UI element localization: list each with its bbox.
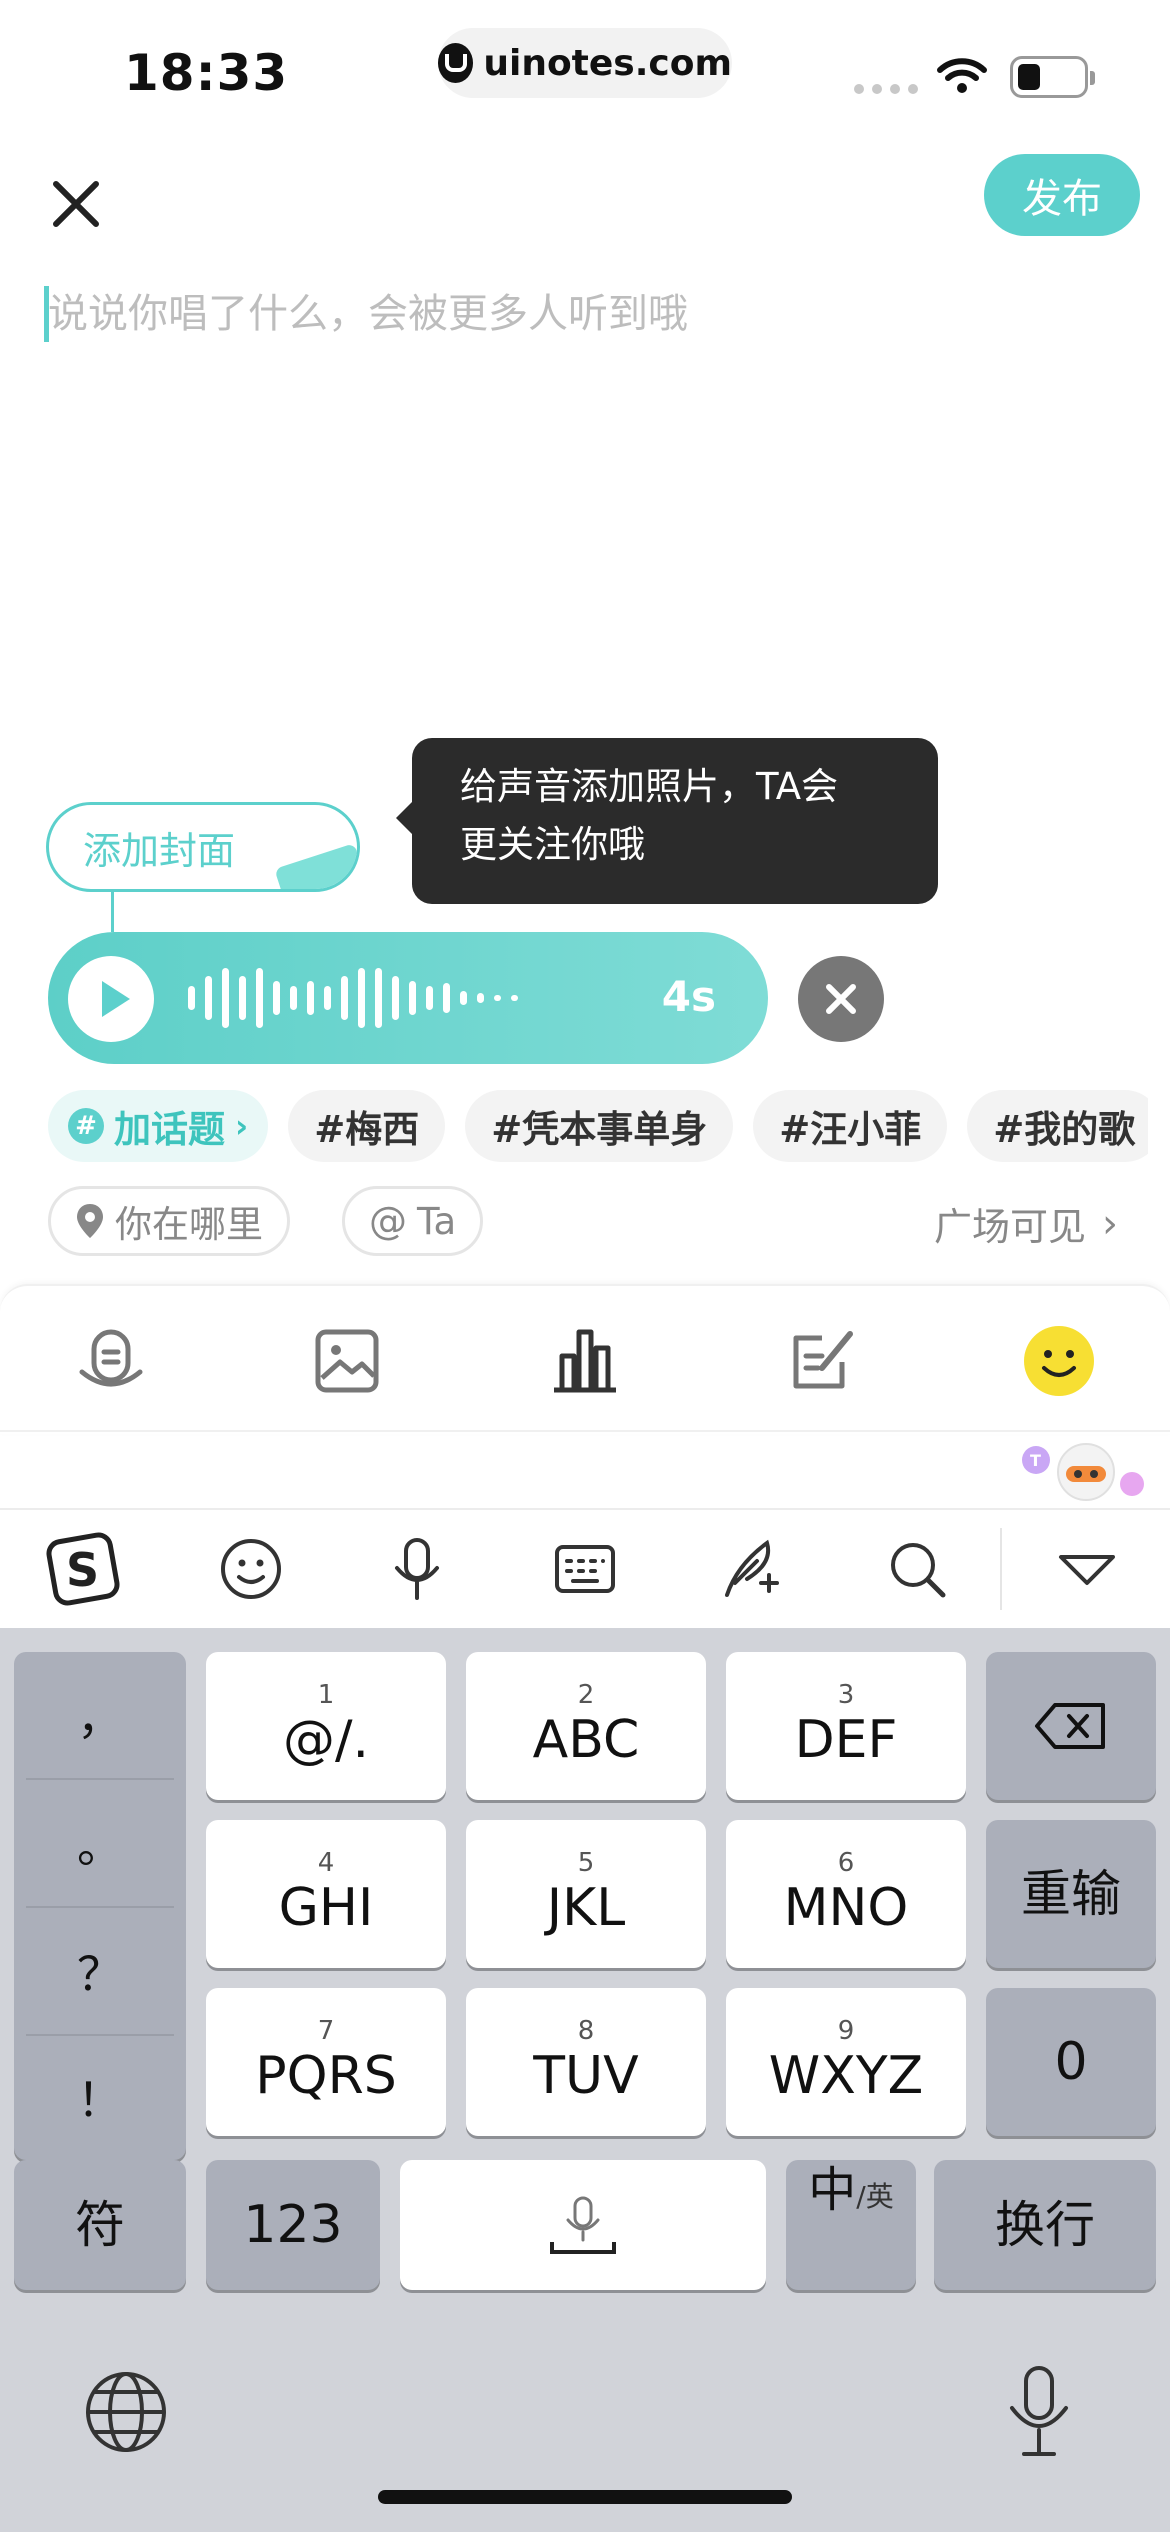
site-logo-icon bbox=[438, 43, 474, 83]
composer-toolbar bbox=[0, 1284, 1170, 1434]
newline-key[interactable]: 换行 bbox=[934, 2160, 1156, 2290]
search-icon[interactable] bbox=[880, 1532, 954, 1606]
edit-icon[interactable] bbox=[786, 1324, 860, 1398]
battery-icon bbox=[1010, 56, 1095, 98]
topic-chip[interactable]: #我的歌 bbox=[967, 1090, 1148, 1162]
language-switch-key[interactable]: 中 /英 bbox=[786, 2160, 916, 2290]
svg-text:S: S bbox=[66, 1543, 99, 1597]
sogou-logo-icon[interactable]: S bbox=[46, 1532, 120, 1606]
keyboard-icon[interactable] bbox=[548, 1532, 622, 1606]
play-icon[interactable] bbox=[68, 956, 154, 1042]
svg-text:T: T bbox=[1030, 1451, 1041, 1470]
waveform bbox=[188, 932, 518, 1064]
divider bbox=[0, 1430, 1170, 1432]
location-label: 你在哪里 bbox=[115, 1203, 263, 1246]
key-8[interactable]: 8 TUV bbox=[466, 1988, 706, 2136]
backspace-icon bbox=[1035, 1703, 1105, 1749]
topic-chip[interactable]: #梅西 bbox=[288, 1090, 446, 1162]
numbers-key[interactable]: 123 bbox=[206, 2160, 380, 2290]
voice-clip-player[interactable]: 4s bbox=[48, 932, 768, 1064]
key-1[interactable]: 1 @/. bbox=[206, 1652, 446, 1800]
at-icon: @ bbox=[369, 1199, 407, 1243]
voice-icon[interactable] bbox=[74, 1324, 148, 1398]
microphone-icon[interactable] bbox=[380, 1532, 454, 1606]
visibility-label: 广场可见 bbox=[933, 1205, 1086, 1249]
emoji-icon[interactable] bbox=[214, 1532, 288, 1606]
visibility-selector[interactable]: 广场可见 › bbox=[934, 1196, 1118, 1251]
topic-chip-strip: # 加话题 › #梅西 #凭本事单身 #汪小菲 #我的歌 bbox=[0, 1090, 1148, 1162]
mention-label: Ta bbox=[417, 1199, 457, 1243]
symbols-key[interactable]: 符 bbox=[14, 2160, 186, 2290]
key-2[interactable]: 2 ABC bbox=[466, 1652, 706, 1800]
cover-connector bbox=[111, 892, 114, 932]
ime-toolbar: S bbox=[0, 1510, 1170, 1628]
url-pill[interactable]: uinotes.com bbox=[438, 28, 732, 98]
tooltip-line-1: 给声音添加照片，TA会 bbox=[460, 765, 839, 808]
key-3[interactable]: 3 DEF bbox=[726, 1652, 966, 1800]
status-time: 18:33 bbox=[124, 44, 289, 102]
globe-icon[interactable] bbox=[84, 2370, 168, 2454]
mascot-icon[interactable]: T bbox=[1010, 1436, 1150, 1506]
cover-sticker-icon bbox=[274, 843, 357, 889]
mention-button[interactable]: @ Ta bbox=[342, 1186, 484, 1256]
chart-icon[interactable] bbox=[548, 1324, 622, 1398]
ime-keyboard: ， 。 ？ ！ 1 @/. 2 ABC 3 DEF 4 GHI 5 JKL 6 MNO 重输… bbox=[0, 1628, 1170, 2532]
voice-duration: 4s bbox=[661, 972, 716, 1021]
tooltip-line-2: 更关注你哦 bbox=[460, 823, 645, 866]
close-icon[interactable] bbox=[48, 176, 104, 232]
image-icon[interactable] bbox=[310, 1324, 384, 1398]
publish-button[interactable]: 发布 bbox=[984, 154, 1140, 236]
dictation-mic-icon[interactable] bbox=[1004, 2364, 1074, 2460]
wifi-icon bbox=[937, 58, 987, 93]
key-7[interactable]: 7 PQRS bbox=[206, 1988, 446, 2136]
chevron-right-icon: › bbox=[235, 1107, 249, 1145]
add-topic-label: 加话题 bbox=[114, 1108, 225, 1151]
reinput-key[interactable]: 重输 bbox=[986, 1820, 1156, 1968]
divider bbox=[1000, 1528, 1002, 1610]
handwriting-icon[interactable] bbox=[714, 1532, 788, 1606]
key-4[interactable]: 4 GHI bbox=[206, 1820, 446, 1968]
space-key[interactable] bbox=[400, 2160, 766, 2290]
delete-voice-button[interactable] bbox=[798, 956, 884, 1042]
key-question[interactable]: ？ bbox=[14, 1908, 186, 2034]
add-topic-button[interactable]: # 加话题 › bbox=[48, 1090, 269, 1162]
cover-tip-tooltip: 给声音添加照片，TA会 更关注你哦 bbox=[396, 738, 938, 904]
location-button[interactable]: 你在哪里 bbox=[48, 1186, 290, 1256]
key-0[interactable]: 0 bbox=[986, 1988, 1156, 2136]
key-period[interactable]: 。 bbox=[14, 1780, 186, 1906]
topic-chip[interactable]: #凭本事单身 bbox=[465, 1090, 734, 1162]
key-9[interactable]: 9 WXYZ bbox=[726, 1988, 966, 2136]
home-indicator bbox=[378, 2490, 792, 2504]
url-text: uinotes.com bbox=[483, 42, 732, 84]
cellular-signal-icon bbox=[854, 84, 918, 94]
key-comma[interactable]: ， bbox=[14, 1652, 186, 1778]
add-cover-label: 添加封面 bbox=[83, 828, 236, 873]
post-text-input[interactable] bbox=[48, 284, 1108, 344]
key-5[interactable]: 5 JKL bbox=[466, 1820, 706, 1968]
key-exclaim[interactable]: ！ bbox=[14, 2034, 186, 2160]
punctuation-column: ， 。 ？ ！ bbox=[14, 1652, 186, 2160]
collapse-keyboard-icon[interactable] bbox=[1050, 1532, 1124, 1606]
chevron-right-icon: › bbox=[1102, 1200, 1118, 1247]
space-mic-icon bbox=[550, 2196, 616, 2254]
topic-chip[interactable]: #汪小菲 bbox=[753, 1090, 948, 1162]
key-6[interactable]: 6 MNO bbox=[726, 1820, 966, 1968]
add-cover-button[interactable]: 添加封面 bbox=[46, 802, 360, 892]
emoji-icon[interactable] bbox=[1022, 1324, 1096, 1398]
hashtag-icon: # bbox=[68, 1108, 104, 1144]
close-icon bbox=[826, 984, 856, 1014]
backspace-key[interactable] bbox=[986, 1652, 1156, 1800]
location-pin-icon bbox=[77, 1204, 103, 1238]
